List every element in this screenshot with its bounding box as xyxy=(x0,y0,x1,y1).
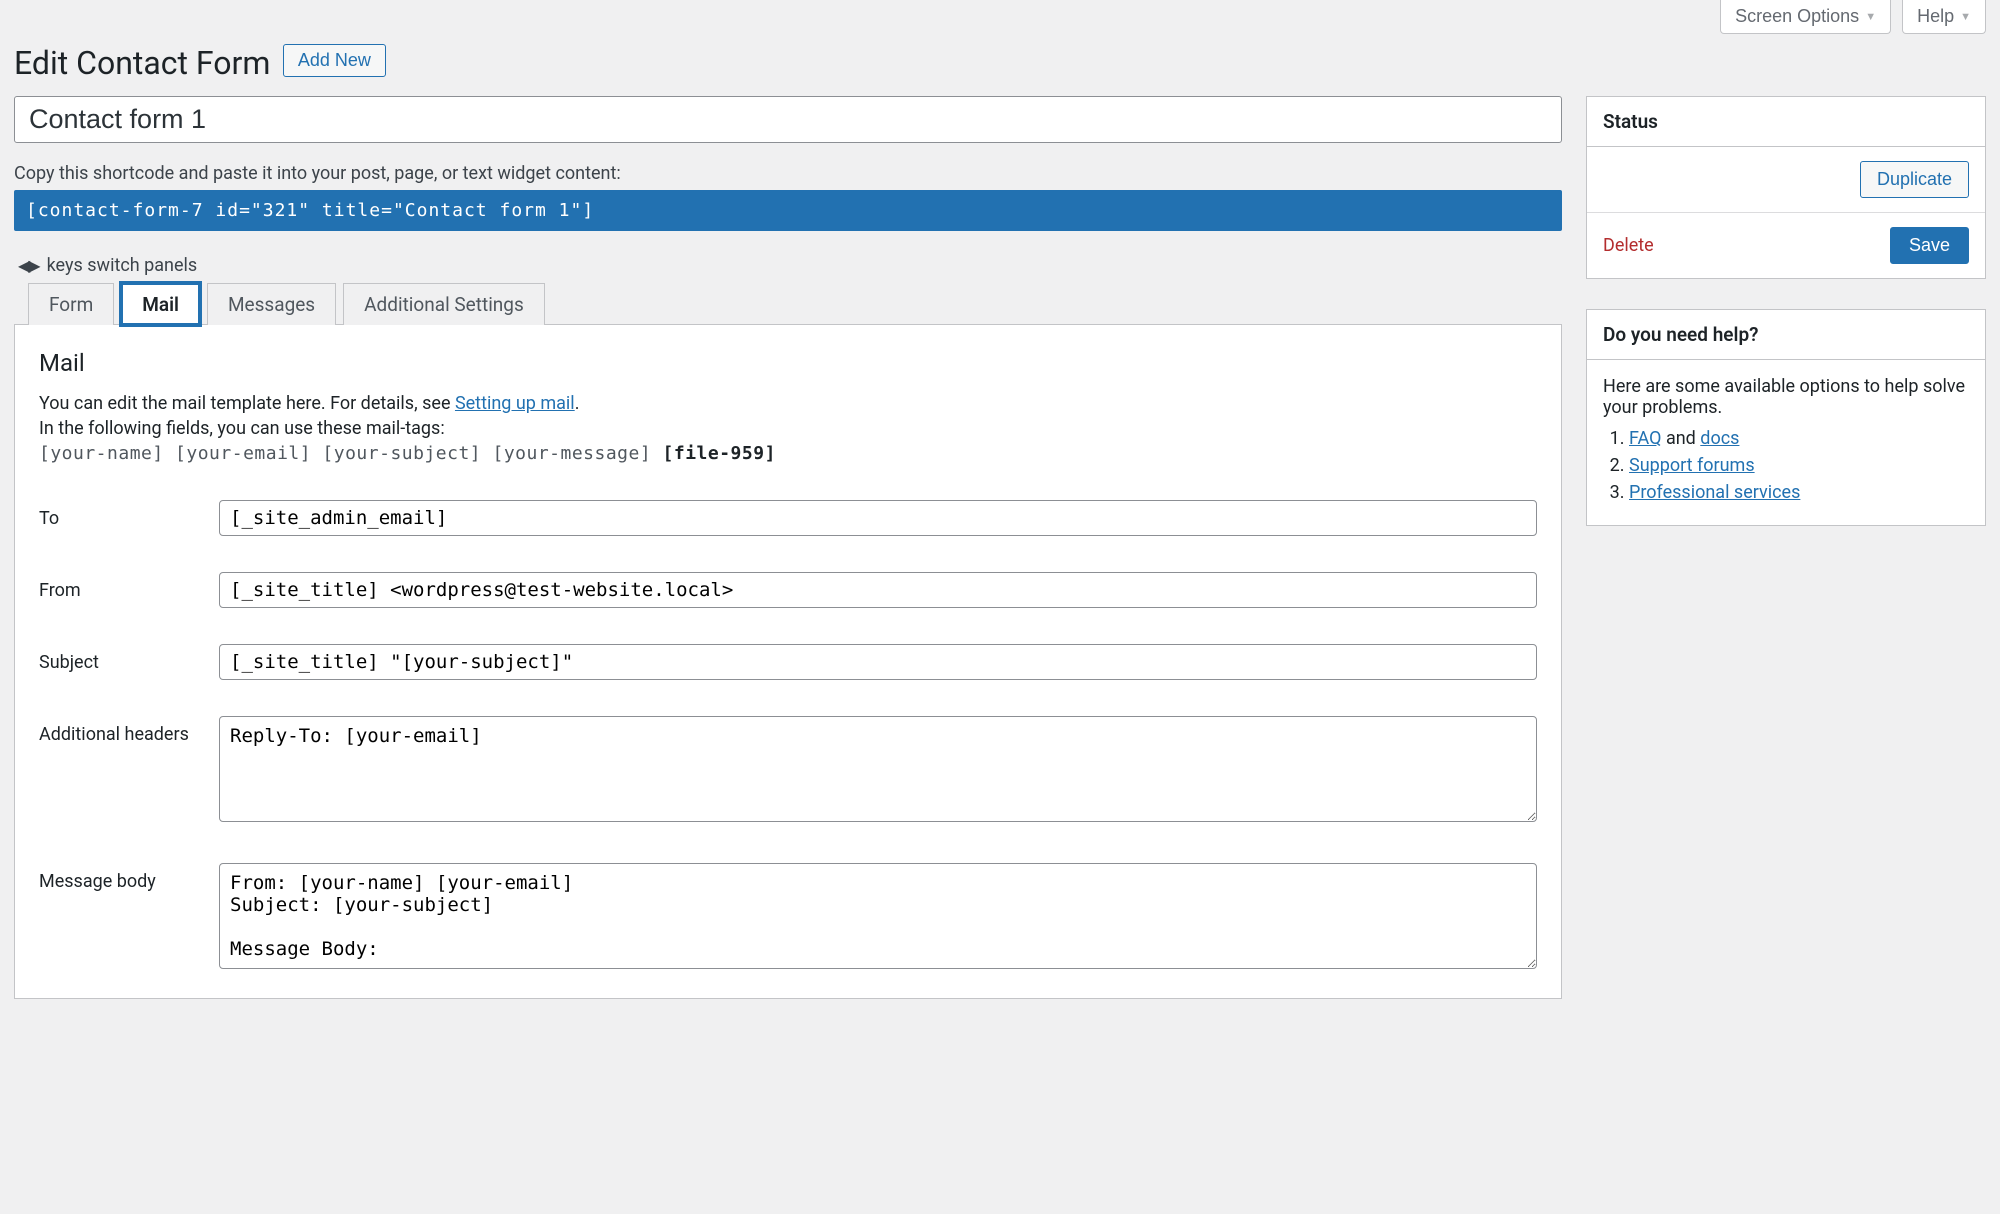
mail-panel: Mail You can edit the mail template here… xyxy=(14,324,1562,999)
mail-heading: Mail xyxy=(39,349,1537,377)
duplicate-button[interactable]: Duplicate xyxy=(1860,161,1969,198)
additional-headers-input[interactable]: Reply-To: [your-email] xyxy=(219,716,1537,822)
subject-input[interactable] xyxy=(219,644,1537,680)
chevron-down-icon: ▼ xyxy=(1865,11,1876,23)
docs-link[interactable]: docs xyxy=(1700,428,1739,449)
page-title: Edit Contact Form xyxy=(14,34,270,82)
from-input[interactable] xyxy=(219,572,1537,608)
save-button[interactable]: Save xyxy=(1890,227,1969,264)
setting-up-mail-link[interactable]: Setting up mail xyxy=(455,393,575,414)
tab-messages[interactable]: Messages xyxy=(207,283,336,325)
shortcode-display[interactable]: [contact-form-7 id="321" title="Contact … xyxy=(14,190,1562,231)
help-item-pro: Professional services xyxy=(1629,482,1969,503)
subject-label: Subject xyxy=(39,644,219,673)
faq-link[interactable]: FAQ xyxy=(1629,428,1661,449)
status-heading: Status xyxy=(1587,97,1985,147)
help-heading: Do you need help? xyxy=(1587,310,1985,360)
professional-services-link[interactable]: Professional services xyxy=(1629,482,1800,503)
to-input[interactable] xyxy=(219,500,1537,536)
message-body-label: Message body xyxy=(39,863,219,892)
add-new-button[interactable]: Add New xyxy=(283,44,386,77)
form-title-input[interactable] xyxy=(14,96,1562,143)
from-label: From xyxy=(39,572,219,601)
keys-hint-text: keys switch panels xyxy=(47,255,198,276)
delete-link[interactable]: Delete xyxy=(1603,235,1654,256)
mail-desc-text: You can edit the mail template here. For… xyxy=(39,393,455,414)
arrows-icon: ◀▶ xyxy=(18,256,39,275)
additional-headers-label: Additional headers xyxy=(39,716,219,745)
tab-additional-settings[interactable]: Additional Settings xyxy=(343,283,545,325)
message-body-input[interactable]: From: [your-name] [your-email] Subject: … xyxy=(219,863,1537,969)
mail-tags-plain: [your-name] [your-email] [your-subject] … xyxy=(39,443,663,464)
to-label: To xyxy=(39,500,219,529)
support-forums-link[interactable]: Support forums xyxy=(1629,455,1755,476)
screen-options-label: Screen Options xyxy=(1735,6,1859,27)
status-box: Status Duplicate Delete Save xyxy=(1586,96,1986,279)
chevron-down-icon: ▼ xyxy=(1960,11,1971,23)
tab-mail[interactable]: Mail xyxy=(121,283,200,325)
mail-tags-intro: In the following fields, you can use the… xyxy=(39,418,1537,439)
shortcode-hint: Copy this shortcode and paste it into yo… xyxy=(14,163,1562,184)
help-button[interactable]: Help ▼ xyxy=(1902,0,1986,34)
help-box: Do you need help? Here are some availabl… xyxy=(1586,309,1986,526)
mail-tags-bold: [file-959] xyxy=(663,443,776,464)
screen-options-button[interactable]: Screen Options ▼ xyxy=(1720,0,1891,34)
tab-form[interactable]: Form xyxy=(28,283,114,325)
help-intro: Here are some available options to help … xyxy=(1603,376,1969,418)
help-item-faq: FAQ and docs xyxy=(1629,428,1969,449)
help-label: Help xyxy=(1917,6,1954,27)
help-item-support: Support forums xyxy=(1629,455,1969,476)
